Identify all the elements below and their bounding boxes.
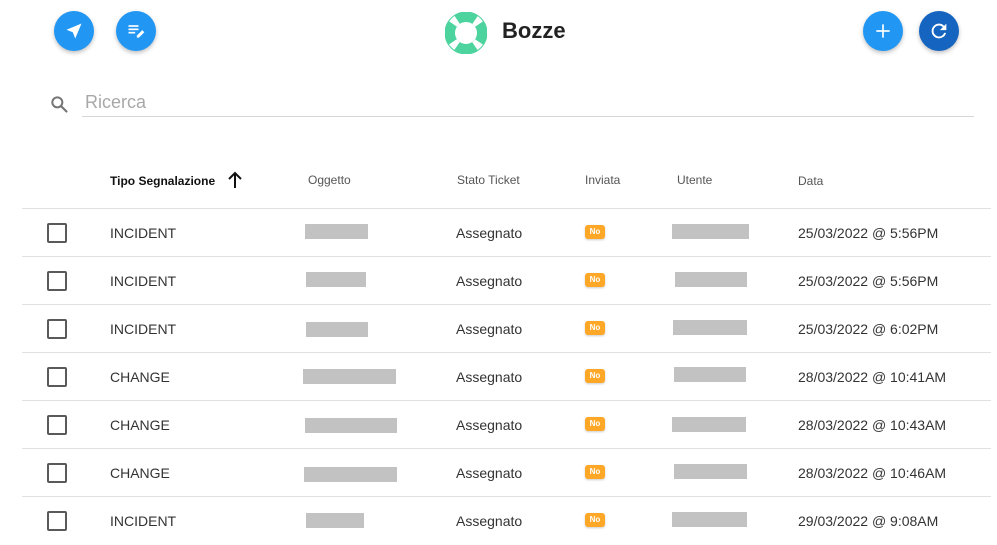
cell-tipo: INCIDENT bbox=[110, 321, 177, 337]
cell-tipo: CHANGE bbox=[110, 465, 170, 481]
row-checkbox[interactable] bbox=[47, 271, 67, 291]
table-row[interactable]: CHANGE Assegnato No 28/03/2022 @ 10:43AM bbox=[22, 400, 991, 449]
redacted-utente bbox=[674, 367, 746, 382]
cell-stato: Assegnato bbox=[456, 321, 523, 337]
row-checkbox[interactable] bbox=[47, 463, 67, 483]
table-row[interactable]: INCIDENT Assegnato No 25/03/2022 @ 6:02P… bbox=[22, 304, 991, 353]
cell-data: 28/03/2022 @ 10:41AM bbox=[798, 369, 947, 385]
arrow-up-icon[interactable] bbox=[226, 170, 244, 190]
cell-stato: Assegnato bbox=[456, 225, 523, 241]
cell-data: 28/03/2022 @ 10:46AM bbox=[798, 465, 947, 481]
cell-tipo: CHANGE bbox=[110, 417, 170, 433]
cell-tipo: INCIDENT bbox=[110, 513, 177, 529]
redacted-oggetto bbox=[306, 513, 364, 528]
redacted-oggetto bbox=[306, 272, 366, 287]
cell-stato: Assegnato bbox=[456, 465, 523, 481]
redacted-utente bbox=[673, 320, 747, 335]
table-row[interactable]: CHANGE Assegnato No 28/03/2022 @ 10:41AM bbox=[22, 352, 991, 401]
search-icon bbox=[51, 96, 68, 113]
cell-tipo: INCIDENT bbox=[110, 225, 177, 241]
cell-data: 25/03/2022 @ 5:56PM bbox=[798, 225, 939, 241]
table-row[interactable]: INCIDENT Assegnato No 25/03/2022 @ 5:56P… bbox=[22, 208, 991, 257]
redacted-utente bbox=[672, 224, 749, 239]
send-icon bbox=[66, 23, 82, 39]
column-header-data[interactable]: Data bbox=[798, 174, 823, 188]
search-input[interactable] bbox=[82, 88, 974, 117]
inviata-badge: No bbox=[585, 321, 605, 335]
inviata-badge: No bbox=[585, 225, 605, 239]
add-icon bbox=[876, 24, 890, 38]
cell-tipo: CHANGE bbox=[110, 369, 170, 385]
refresh-icon bbox=[931, 23, 947, 39]
column-header-utente[interactable]: Utente bbox=[677, 173, 712, 187]
cell-data: 25/03/2022 @ 6:02PM bbox=[798, 321, 939, 337]
row-checkbox[interactable] bbox=[47, 223, 67, 243]
cell-stato: Assegnato bbox=[456, 369, 523, 385]
cell-stato: Assegnato bbox=[456, 513, 523, 529]
inviata-badge: No bbox=[585, 273, 605, 287]
cell-tipo: INCIDENT bbox=[110, 273, 177, 289]
cell-data: 25/03/2022 @ 5:56PM bbox=[798, 273, 939, 289]
redacted-oggetto bbox=[306, 322, 368, 337]
column-header-oggetto[interactable]: Oggetto bbox=[308, 173, 351, 187]
send-button[interactable] bbox=[54, 11, 94, 51]
cell-stato: Assegnato bbox=[456, 273, 523, 289]
redacted-utente bbox=[674, 464, 747, 479]
column-header-stato-ticket[interactable]: Stato Ticket bbox=[457, 173, 520, 187]
redacted-oggetto bbox=[305, 224, 368, 239]
edit-notes-button[interactable] bbox=[116, 11, 156, 51]
redacted-oggetto bbox=[305, 418, 397, 433]
lifebuoy-icon bbox=[445, 12, 487, 54]
row-checkbox[interactable] bbox=[47, 511, 67, 531]
inviata-badge: No bbox=[585, 465, 605, 479]
table-row[interactable]: INCIDENT Assegnato No 25/03/2022 @ 5:56P… bbox=[22, 256, 991, 305]
row-checkbox[interactable] bbox=[47, 367, 67, 387]
redacted-oggetto bbox=[304, 467, 397, 482]
cell-stato: Assegnato bbox=[456, 417, 523, 433]
cell-data: 28/03/2022 @ 10:43AM bbox=[798, 417, 947, 433]
row-checkbox[interactable] bbox=[47, 319, 67, 339]
redacted-utente bbox=[672, 512, 747, 527]
inviata-badge: No bbox=[585, 369, 605, 383]
page-title: Bozze bbox=[502, 18, 566, 43]
table-row[interactable]: CHANGE Assegnato No 28/03/2022 @ 10:46AM bbox=[22, 448, 991, 497]
row-checkbox[interactable] bbox=[47, 415, 67, 435]
cell-data: 29/03/2022 @ 9:08AM bbox=[798, 513, 939, 529]
column-header-tipo-segnalazione[interactable]: Tipo Segnalazione bbox=[110, 174, 215, 188]
redacted-oggetto bbox=[303, 369, 396, 384]
refresh-button[interactable] bbox=[919, 11, 959, 51]
inviata-badge: No bbox=[585, 513, 605, 527]
add-button[interactable] bbox=[863, 11, 903, 51]
edit-note-icon bbox=[128, 25, 145, 38]
table-row[interactable]: INCIDENT Assegnato No 29/03/2022 @ 9:08A… bbox=[22, 496, 991, 545]
inviata-badge: No bbox=[585, 417, 605, 431]
column-header-inviata[interactable]: Inviata bbox=[585, 173, 620, 187]
redacted-utente bbox=[675, 272, 747, 287]
redacted-utente bbox=[672, 417, 746, 432]
